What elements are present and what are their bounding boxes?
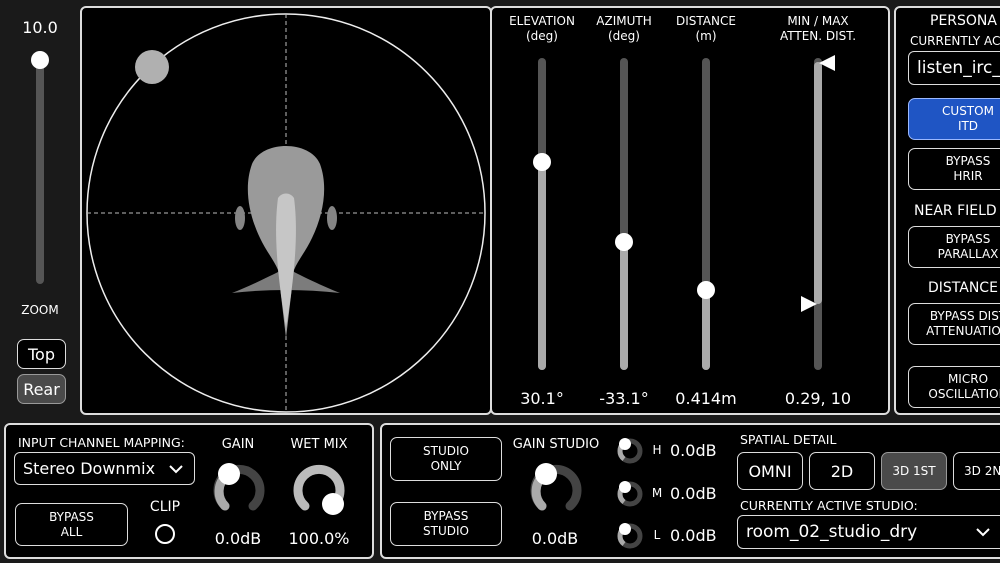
elevation-slider-fill bbox=[538, 162, 546, 370]
studio-dropdown-value: room_02_studio_dry bbox=[746, 522, 918, 542]
distance-slider-thumb[interactable] bbox=[697, 281, 715, 299]
micro-oscillation-button[interactable]: MICRO OSCILLATION bbox=[908, 366, 1000, 408]
top-view-button[interactable]: Top bbox=[17, 339, 66, 369]
bypass-dist-attenuation-button[interactable]: BYPASS DIST ATTENUATION bbox=[908, 303, 1000, 345]
distance-slider-track[interactable] bbox=[697, 58, 715, 370]
gain-studio-knob[interactable] bbox=[528, 460, 584, 516]
zoom-value: 10.0 bbox=[22, 18, 58, 37]
3d-2nd-button[interactable]: 3D 2N bbox=[953, 452, 1000, 490]
studio-only-button[interactable]: STUDIO ONLY bbox=[390, 437, 502, 481]
zoom-label: ZOOM bbox=[21, 303, 59, 317]
bypass-hrir-button[interactable]: BYPASS HRIR bbox=[908, 148, 1000, 190]
high-eq-knob[interactable] bbox=[616, 436, 644, 464]
chevron-down-icon bbox=[169, 464, 183, 473]
rear-view-button[interactable]: Rear bbox=[17, 374, 66, 404]
head-model bbox=[232, 146, 340, 338]
hrtf-dropdown[interactable]: listen_irc_ bbox=[908, 51, 1000, 85]
atten-slider-track[interactable] bbox=[814, 58, 822, 370]
distance-slider-fill bbox=[702, 290, 710, 370]
low-eq-value: 0.0dB bbox=[670, 526, 717, 545]
spatial-view[interactable] bbox=[80, 6, 492, 415]
input-mapping-value: Stereo Downmix bbox=[23, 459, 156, 478]
spatial-detail-label: SPATIAL DETAIL bbox=[740, 432, 837, 447]
azimuth-slider-thumb[interactable] bbox=[615, 233, 633, 251]
elevation-title: ELEVATION (deg) bbox=[509, 14, 575, 43]
currently-active-studio-label: CURRENTLY ACTIVE STUDIO: bbox=[740, 498, 918, 513]
distance-title: DISTANCE (m) bbox=[676, 14, 736, 43]
omni-button[interactable]: OMNI bbox=[737, 452, 803, 490]
distance-value: 0.414m bbox=[675, 389, 737, 408]
sound-source-sphere bbox=[135, 50, 169, 84]
gain-value: 0.0dB bbox=[214, 529, 262, 548]
custom-itd-button[interactable]: CUSTOM ITD bbox=[908, 98, 1000, 140]
atten-slider-range bbox=[814, 62, 822, 304]
elevation-slider-track[interactable] bbox=[533, 58, 551, 370]
azimuth-slider-fill bbox=[620, 242, 628, 370]
azimuth-title: AZIMUTH (deg) bbox=[596, 14, 652, 43]
2d-button[interactable]: 2D bbox=[809, 452, 875, 490]
near-field-label: NEAR FIELD bbox=[914, 203, 997, 219]
mid-eq-value: 0.0dB bbox=[670, 484, 717, 503]
gain-studio-value: 0.0dB bbox=[531, 529, 579, 548]
atten-title: MIN / MAX ATTEN. DIST. bbox=[779, 14, 857, 43]
azimuth-slider-track[interactable] bbox=[615, 58, 633, 370]
gain-label: GAIN bbox=[221, 437, 255, 452]
clip-indicator bbox=[155, 524, 175, 544]
elevation-slider-thumb[interactable] bbox=[533, 153, 551, 171]
bypass-studio-button[interactable]: BYPASS STUDIO bbox=[390, 502, 502, 546]
listener-panel: PERSONA CURRENTLY AC listen_irc_ CUSTOM … bbox=[894, 6, 1000, 415]
high-eq-value: 0.0dB bbox=[670, 441, 717, 460]
zoom-slider-track[interactable] bbox=[31, 51, 49, 284]
distance-section-label: DISTANCE bbox=[928, 280, 998, 296]
bypass-parallax-button[interactable]: BYPASS PARALLAX bbox=[908, 226, 1000, 268]
studio-chevron-down-icon bbox=[976, 528, 990, 537]
gain-studio-label: GAIN STUDIO bbox=[512, 437, 600, 452]
zoom-slider-thumb[interactable] bbox=[31, 51, 49, 69]
low-eq-label: L bbox=[653, 528, 661, 542]
studio-dropdown[interactable]: room_02_studio_dry bbox=[737, 515, 1000, 549]
personal-label: PERSONA bbox=[930, 13, 997, 29]
wet-mix-knob[interactable] bbox=[291, 460, 347, 516]
wet-mix-value: 100.0% bbox=[288, 529, 350, 548]
mid-eq-label: M bbox=[651, 486, 663, 500]
atten-value: 0.29, 10 bbox=[784, 389, 852, 408]
gain-knob[interactable] bbox=[211, 460, 267, 516]
low-eq-knob[interactable] bbox=[616, 521, 644, 549]
wet-mix-label: WET MIX bbox=[290, 437, 348, 452]
clip-label: CLIP bbox=[149, 499, 181, 515]
bypass-all-button[interactable]: BYPASS ALL bbox=[15, 503, 128, 546]
spatial-view-canvas bbox=[86, 13, 486, 413]
atten-max-handle[interactable] bbox=[818, 54, 836, 72]
mid-eq-knob[interactable] bbox=[616, 479, 644, 507]
atten-min-handle[interactable] bbox=[800, 295, 818, 313]
azimuth-value: -33.1° bbox=[599, 389, 649, 408]
input-mapping-dropdown[interactable]: Stereo Downmix bbox=[14, 452, 195, 485]
elevation-value: 30.1° bbox=[520, 389, 564, 408]
high-eq-label: H bbox=[652, 443, 662, 457]
input-mapping-label: INPUT CHANNEL MAPPING: bbox=[18, 435, 185, 450]
currently-active-hrtf-label: CURRENTLY AC bbox=[910, 34, 1000, 48]
3d-1st-button[interactable]: 3D 1ST bbox=[881, 452, 947, 490]
